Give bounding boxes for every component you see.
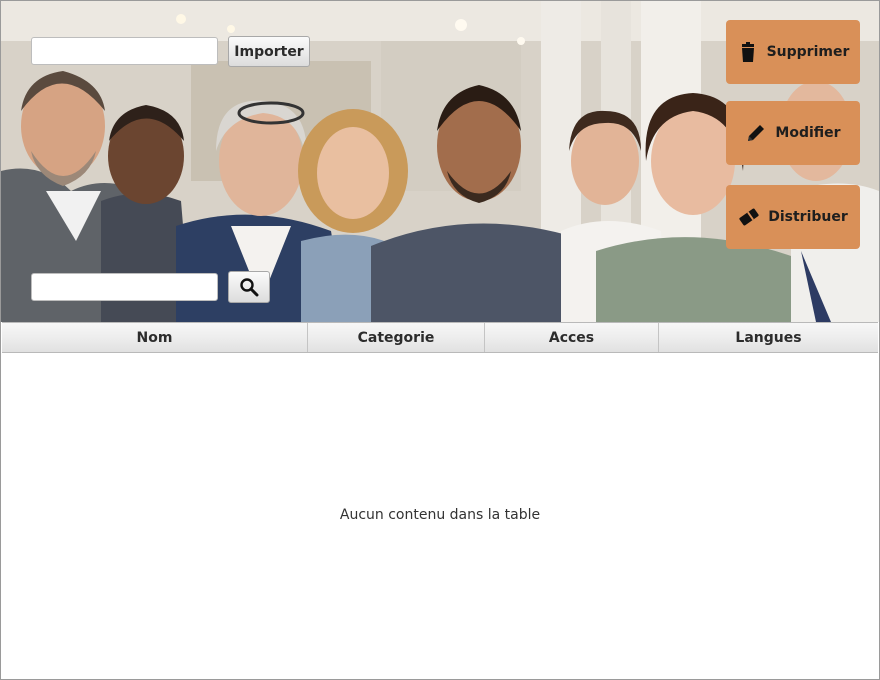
column-header-categorie[interactable]: Categorie	[308, 323, 485, 352]
edit-button[interactable]: Modifier	[726, 101, 860, 165]
pencil-icon	[745, 122, 767, 144]
table-body[interactable]: Aucun contenu dans la table	[2, 353, 878, 678]
trash-icon	[737, 41, 759, 63]
table-header: Nom Categorie Acces Langues	[2, 322, 878, 353]
magnifier-icon	[239, 277, 259, 297]
column-header-acces[interactable]: Acces	[485, 323, 659, 352]
eraser-icon	[738, 206, 760, 228]
delete-button[interactable]: Supprimer	[726, 20, 860, 84]
column-header-nom[interactable]: Nom	[2, 323, 308, 352]
app-window: Importer Supprimer Modifier Distribuer N…	[0, 0, 880, 680]
column-header-langues[interactable]: Langues	[659, 323, 878, 352]
import-path-input[interactable]	[31, 37, 218, 65]
empty-table-message: Aucun contenu dans la table	[339, 507, 541, 523]
search-input[interactable]	[31, 273, 218, 301]
distribute-button[interactable]: Distribuer	[726, 185, 860, 249]
distribute-button-label: Distribuer	[768, 209, 848, 225]
delete-button-label: Supprimer	[766, 44, 850, 60]
import-button[interactable]: Importer	[228, 36, 310, 67]
search-button[interactable]	[228, 271, 270, 303]
edit-button-label: Modifier	[775, 125, 841, 141]
